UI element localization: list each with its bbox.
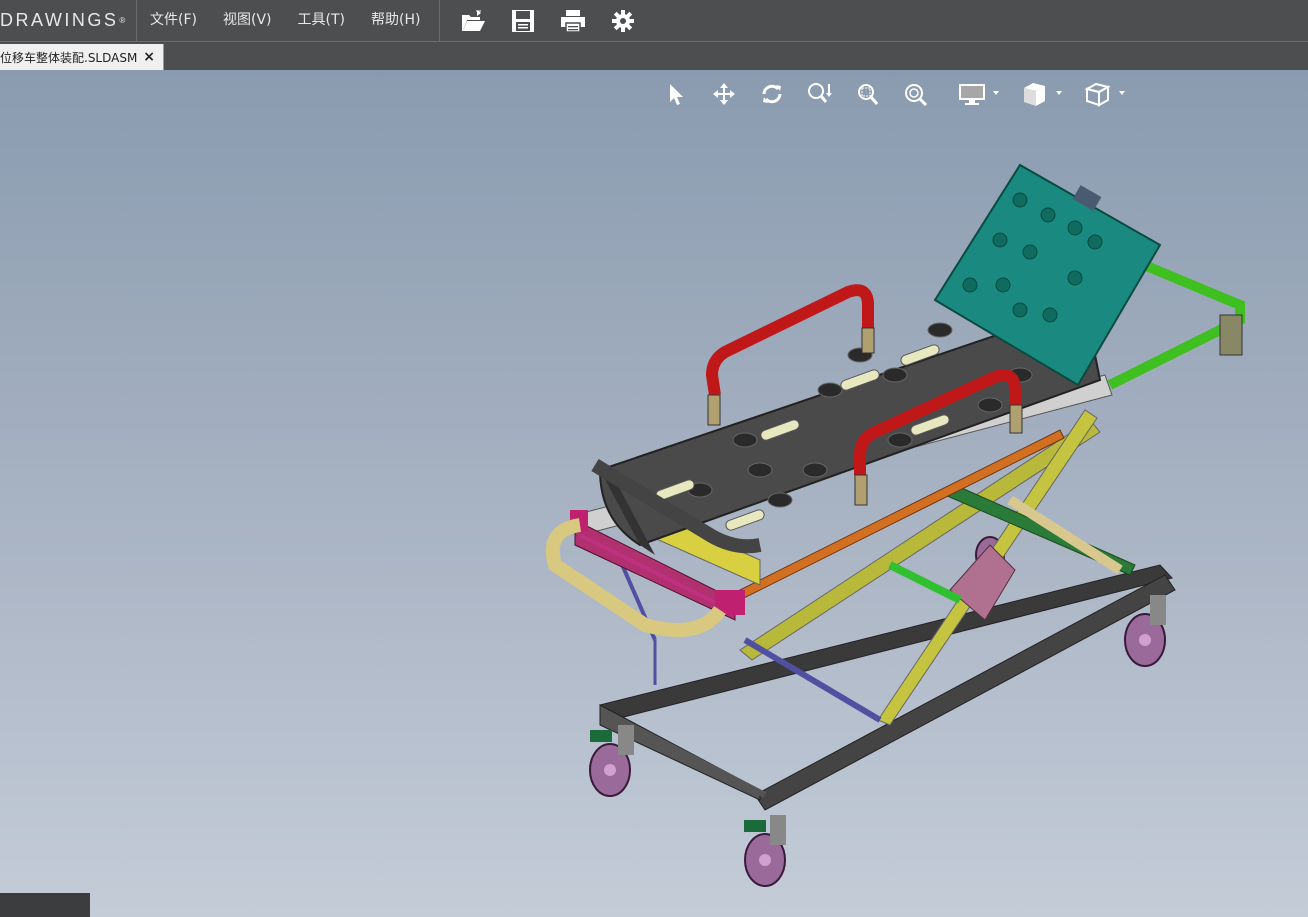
select-button[interactable] <box>652 74 700 114</box>
document-tab-label: 位移车整体装配.SLDASM <box>0 51 138 65</box>
zoom-fit-button[interactable] <box>892 74 940 114</box>
settings-button[interactable] <box>598 0 648 41</box>
print-icon <box>561 9 586 33</box>
view-orientation-icon <box>1023 83 1045 106</box>
top-menubar: DRAWINGS ® 文件(F) 视图(V) 工具(T) 帮助(H) <box>0 0 1308 41</box>
app-logo: DRAWINGS ® <box>0 0 137 41</box>
stretcher-3d-model[interactable] <box>540 155 1260 900</box>
zoom-fit-icon <box>905 84 928 106</box>
menu-tools[interactable]: 工具(T) <box>285 0 358 41</box>
standard-views-button[interactable] <box>1066 74 1129 114</box>
menu-help[interactable]: 帮助(H) <box>358 0 433 41</box>
document-tab[interactable]: 位移车整体装配.SLDASM × <box>0 44 164 71</box>
logo-text: DRAWINGS <box>0 10 119 30</box>
chevron-down-icon <box>1119 91 1125 95</box>
save-button[interactable] <box>498 0 548 41</box>
logo-mark: ® <box>119 16 126 25</box>
print-button[interactable] <box>548 0 598 41</box>
zoom-area-icon <box>858 84 879 105</box>
close-icon[interactable]: × <box>143 49 155 65</box>
main-toolbar <box>440 0 648 41</box>
view-orientation-button[interactable] <box>1003 74 1066 114</box>
main-menu: 文件(F) 视图(V) 工具(T) 帮助(H) <box>137 0 441 41</box>
zoom-icon <box>808 83 832 103</box>
chevron-down-icon <box>993 91 999 95</box>
select-icon <box>670 84 683 105</box>
zoom-button[interactable] <box>796 74 844 114</box>
display-style-button[interactable] <box>940 74 1003 114</box>
pan-button[interactable] <box>700 74 748 114</box>
document-tabbar: 位移车整体装配.SLDASM × <box>0 41 1308 71</box>
display-style-icon <box>958 84 985 105</box>
rotate-icon <box>762 84 782 104</box>
chevron-down-icon <box>1056 91 1062 95</box>
heads-up-view-toolbar <box>652 74 1129 114</box>
open-button[interactable] <box>448 0 498 41</box>
open-icon <box>462 9 486 31</box>
settings-icon <box>612 9 635 32</box>
save-icon <box>512 9 535 32</box>
rotate-button[interactable] <box>748 74 796 114</box>
menu-view[interactable]: 视图(V) <box>210 0 285 41</box>
standard-views-icon <box>1083 82 1111 107</box>
menu-file[interactable]: 文件(F) <box>137 0 210 41</box>
pan-icon <box>713 83 735 105</box>
bottom-panel-stub <box>0 893 90 917</box>
zoom-area-button[interactable] <box>844 74 892 114</box>
